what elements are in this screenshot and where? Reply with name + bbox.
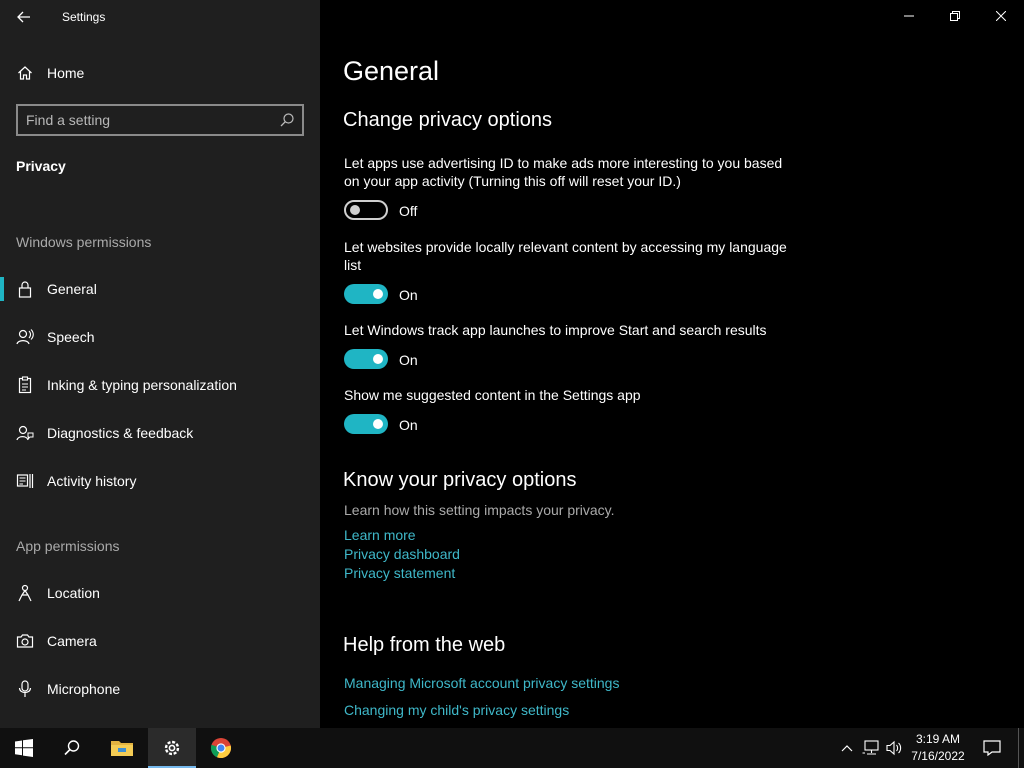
- search-icon[interactable]: [278, 111, 296, 129]
- search-icon: [64, 740, 80, 756]
- setting-description: Show me suggested content in the Setting…: [344, 387, 641, 403]
- microphone-icon: [16, 680, 34, 698]
- speech-icon: [16, 328, 34, 346]
- search-box: [16, 104, 304, 136]
- sidebar-item-camera[interactable]: Camera: [0, 621, 320, 661]
- sidebar-item-microphone[interactable]: Microphone: [0, 669, 320, 709]
- taskbar-settings[interactable]: [148, 728, 196, 768]
- toggle-knob: [373, 419, 383, 429]
- show-desktop-button[interactable]: [1018, 728, 1024, 768]
- start-button[interactable]: [0, 728, 48, 768]
- taskbar-clock[interactable]: 3:19 AM 7/16/2022: [905, 731, 971, 765]
- toggle-state-label: Off: [399, 203, 418, 219]
- taskbar-file-explorer[interactable]: [98, 728, 146, 768]
- windows-logo-icon: [15, 739, 33, 757]
- sidebar-item-label: Diagnostics & feedback: [47, 425, 194, 441]
- taskbar-chrome[interactable]: [197, 728, 245, 768]
- sidebar-item-general[interactable]: General: [0, 269, 320, 309]
- sidebar-item-home[interactable]: Home: [0, 53, 320, 93]
- sidebar-item-label: Camera: [47, 633, 97, 649]
- section-heading-help-web: Help from the web: [343, 634, 506, 656]
- sidebar-item-label: Speech: [47, 329, 95, 345]
- network-icon: [862, 740, 879, 755]
- toggle-knob: [350, 205, 360, 215]
- volume-button[interactable]: [884, 728, 904, 768]
- minimize-button[interactable]: [886, 0, 932, 32]
- chevron-up-icon: [841, 745, 853, 752]
- know-privacy-description: Learn how this setting impacts your priv…: [344, 502, 615, 518]
- sidebar-item-label: Microphone: [47, 681, 121, 697]
- learn-more-link[interactable]: Learn more: [344, 527, 416, 543]
- close-icon: [996, 11, 1006, 21]
- advertising-id-toggle[interactable]: [344, 200, 388, 220]
- close-button[interactable]: [978, 0, 1024, 32]
- sidebar-item-inking-typing[interactable]: Inking & typing personalization: [0, 365, 320, 405]
- network-status-button[interactable]: [861, 728, 881, 768]
- toggle-state-label: On: [399, 417, 418, 433]
- privacy-statement-link[interactable]: Privacy statement: [344, 565, 455, 581]
- show-hidden-icons-button[interactable]: [838, 728, 856, 768]
- sidebar-item-label: General: [47, 281, 97, 297]
- minimize-icon: [904, 15, 914, 17]
- page-title: General: [343, 56, 440, 86]
- section-heading-know-privacy: Know your privacy options: [343, 469, 577, 491]
- diagnostics-icon: [16, 424, 34, 442]
- toggle-state-label: On: [399, 352, 418, 368]
- sidebar-item-label: Inking & typing personalization: [47, 377, 237, 393]
- section-label-app-permissions: App permissions: [16, 538, 120, 554]
- sidebar: Settings Home Privacy Windows permission…: [0, 0, 320, 728]
- privacy-dashboard-link[interactable]: Privacy dashboard: [344, 546, 460, 562]
- restore-button[interactable]: [932, 0, 978, 32]
- track-app-launches-toggle[interactable]: [344, 349, 388, 369]
- sidebar-item-label: Home: [47, 65, 85, 81]
- sidebar-item-diagnostics[interactable]: Diagnostics & feedback: [0, 413, 320, 453]
- sidebar-item-label: Location: [47, 585, 100, 601]
- back-button[interactable]: [10, 4, 38, 30]
- action-center-button[interactable]: [978, 728, 1006, 768]
- restore-icon: [950, 11, 960, 21]
- help-link-microsoft-account-privacy[interactable]: Managing Microsoft account privacy setti…: [344, 675, 619, 691]
- setting-description: Let apps use advertising ID to make ads …: [344, 155, 783, 189]
- toggle-state-label: On: [399, 287, 418, 303]
- app-title: Settings: [62, 10, 106, 24]
- gear-icon: [164, 740, 180, 756]
- toggle-knob: [373, 354, 383, 364]
- notification-icon: [983, 740, 1001, 756]
- sidebar-item-label: Activity history: [47, 473, 137, 489]
- sidebar-item-location[interactable]: Location: [0, 573, 320, 613]
- clock-date: 7/16/2022: [911, 749, 965, 763]
- title-bar: Settings: [0, 0, 320, 34]
- window-controls: [886, 0, 1024, 32]
- taskbar: 3:19 AM 7/16/2022: [0, 728, 1024, 768]
- section-heading-change-privacy: Change privacy options: [343, 109, 553, 131]
- activity-history-icon: [16, 472, 34, 490]
- file-explorer-icon: [111, 741, 133, 756]
- setting-description: Let websites provide locally relevant co…: [344, 239, 787, 273]
- clipboard-icon: [16, 376, 34, 394]
- chrome-icon: [210, 738, 232, 759]
- back-arrow-icon: [17, 11, 30, 23]
- help-link-child-privacy[interactable]: Changing my child's privacy settings: [344, 702, 569, 718]
- language-list-toggle[interactable]: [344, 284, 388, 304]
- sidebar-item-speech[interactable]: Speech: [0, 317, 320, 357]
- clock-time: 3:19 AM: [915, 732, 961, 746]
- lock-icon: [16, 280, 34, 298]
- main-content: General Change privacy options Let apps …: [320, 0, 1024, 728]
- volume-icon: [886, 740, 902, 756]
- taskbar-search-button[interactable]: [48, 728, 96, 768]
- location-icon: [16, 584, 34, 602]
- toggle-knob: [373, 289, 383, 299]
- category-title: Privacy: [16, 158, 66, 174]
- camera-icon: [16, 632, 34, 650]
- suggested-content-toggle[interactable]: [344, 414, 388, 434]
- section-label-windows-permissions: Windows permissions: [16, 234, 152, 250]
- setting-description: Let Windows track app launches to improv…: [344, 322, 767, 338]
- home-icon: [16, 64, 34, 82]
- search-input[interactable]: [26, 110, 276, 130]
- sidebar-item-activity-history[interactable]: Activity history: [0, 461, 320, 501]
